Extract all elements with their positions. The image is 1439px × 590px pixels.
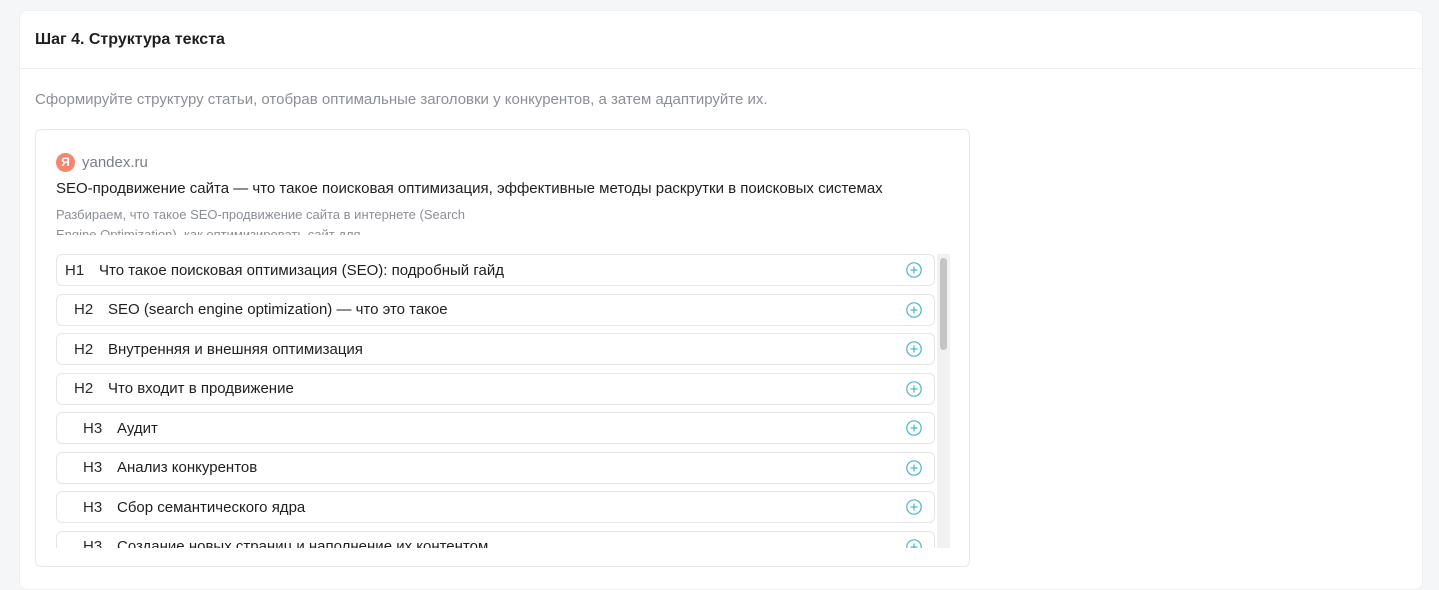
heading-row[interactable]: H3 Аудит — [56, 412, 935, 444]
heading-text: Внутренняя и внешняя оптимизация — [108, 340, 363, 358]
heading-level: H3 — [83, 498, 103, 516]
heading-level: H2 — [74, 340, 94, 358]
plus-circle-icon[interactable] — [906, 538, 922, 549]
plus-circle-icon[interactable] — [906, 341, 922, 357]
plus-circle-icon[interactable] — [906, 499, 922, 515]
plus-circle-icon[interactable] — [906, 459, 922, 476]
heading-row[interactable]: H2 Что входит в продвижение — [56, 372, 935, 405]
plus-circle-icon[interactable] — [906, 380, 922, 397]
heading-text: Сбор семантического ядра — [117, 498, 306, 516]
card-header: Шаг 4. Структура текста — [20, 11, 1422, 69]
heading-row[interactable]: H3 Анализ конкурентов — [56, 451, 935, 484]
heading-row[interactable]: H3 Создание новых страниц и наполнение их… — [56, 530, 935, 549]
heading-level: H3 — [83, 538, 103, 548]
step-title: Шаг 4. Структура текста — [35, 31, 225, 48]
competitor-source: Я yandex.ru SEO-продвижение сайта — что … — [35, 129, 970, 567]
heading-row[interactable]: H2 Внутренняя и внешняя оптимизация — [56, 333, 935, 365]
heading-text: Что такое поисковая оптимизация (SEO): п… — [99, 261, 504, 279]
heading-row[interactable]: H2 SEO (search engine optimization) — что… — [56, 293, 935, 326]
plus-circle-icon[interactable] — [906, 262, 922, 278]
source-domain[interactable]: yandex.ru — [82, 154, 148, 171]
heading-row[interactable]: H3 Сбор семантического ядра — [56, 491, 935, 523]
source-title[interactable]: SEO-продвижение сайта — что такое поиско… — [56, 180, 883, 197]
plus-circle-icon[interactable] — [906, 420, 922, 436]
yandex-icon: Я — [56, 152, 75, 172]
heading-text: SEO (search engine optimization) — что э… — [108, 301, 448, 318]
headings-list[interactable]: H1 Что такое поисковая оптимизация (SEO):… — [56, 254, 936, 548]
heading-level: H2 — [74, 301, 94, 318]
heading-text: Что входит в продвижение — [108, 380, 294, 397]
scrollbar-thumb[interactable] — [940, 258, 947, 350]
heading-text: Аудит — [117, 419, 158, 437]
heading-level: H1 — [65, 261, 85, 279]
source-header: Я yandex.ru — [56, 152, 148, 172]
heading-level: H3 — [83, 459, 103, 476]
plus-circle-icon[interactable] — [906, 301, 922, 318]
structure-card: Шаг 4. Структура текста Сформируйте стру… — [19, 10, 1423, 590]
heading-text: Анализ конкурентов — [117, 459, 258, 476]
source-snippet: Разбираем, что такое SEO-продвижение сай… — [56, 207, 466, 235]
heading-row[interactable]: H1 Что такое поисковая оптимизация (SEO):… — [56, 254, 935, 286]
heading-text: Создание новых страниц и наполнение их к… — [117, 538, 489, 548]
heading-level: H3 — [83, 419, 103, 437]
heading-level: H2 — [74, 380, 94, 397]
headings-scrollbar[interactable] — [937, 254, 950, 548]
step-hint: Сформируйте структуру статьи, отобрав оп… — [35, 91, 768, 108]
